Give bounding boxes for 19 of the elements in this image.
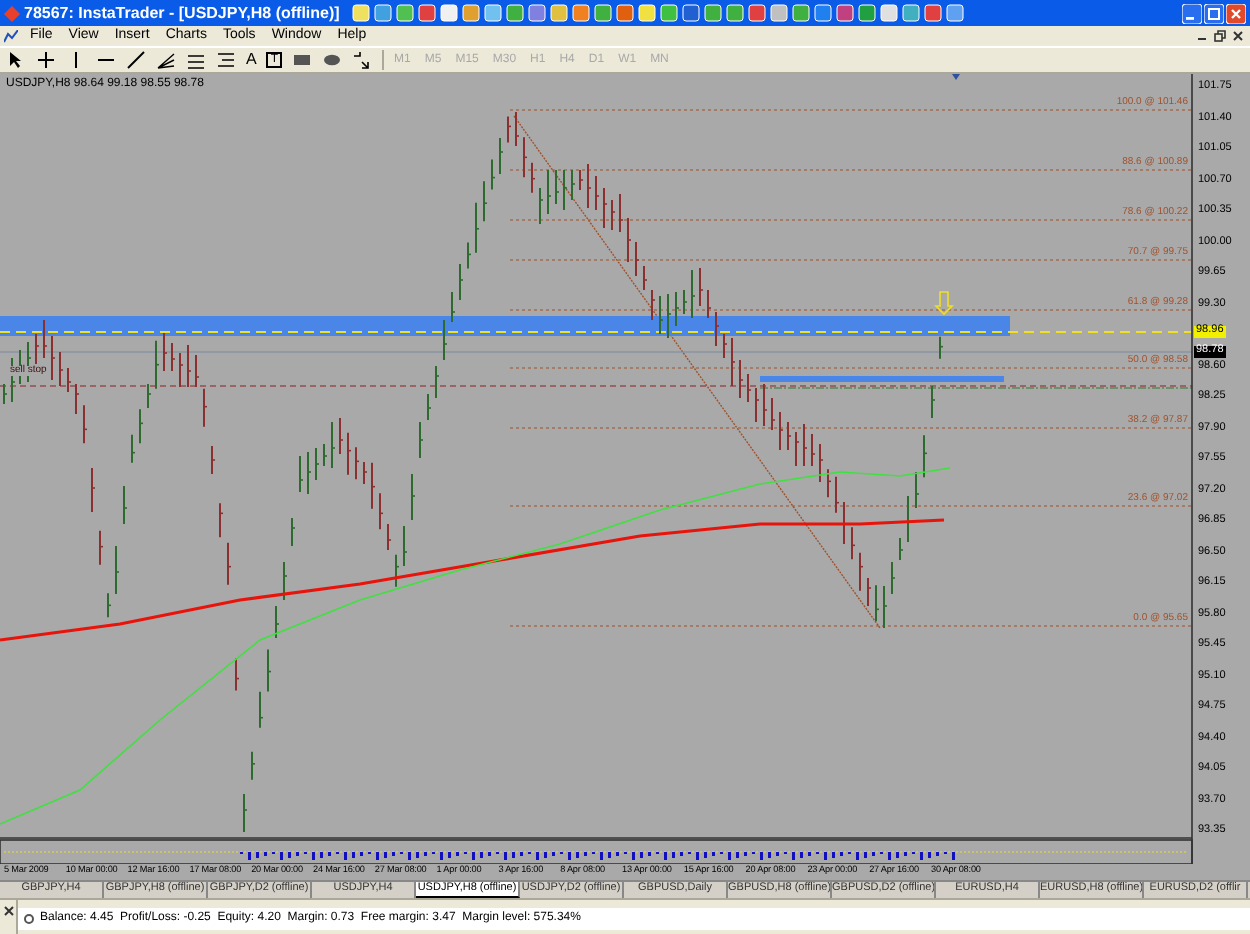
close-icon[interactable] xyxy=(1232,30,1244,42)
window-title: 78567: InstaTrader - [USDJPY,H8 (offline)] xyxy=(24,1,340,25)
ellipse-icon[interactable] xyxy=(322,50,343,70)
pointer-icon[interactable] xyxy=(6,50,26,70)
fan-icon[interactable] xyxy=(156,50,176,70)
levels-icon[interactable] xyxy=(216,50,236,70)
trendline-icon[interactable] xyxy=(126,50,146,70)
rectangle-icon[interactable] xyxy=(292,50,313,70)
alert-arrow-icon xyxy=(934,291,954,316)
restore-icon[interactable] xyxy=(1214,30,1226,42)
app-icon xyxy=(4,5,20,21)
balance-icon xyxy=(24,914,34,924)
maximize-icon[interactable] xyxy=(1204,3,1224,23)
minimize-icon[interactable] xyxy=(1182,3,1202,23)
close-icon[interactable] xyxy=(3,906,13,916)
chart-window-icon xyxy=(4,29,18,43)
crosshair-icon[interactable] xyxy=(36,50,56,70)
arrows-icon[interactable] xyxy=(352,50,373,70)
text-tool[interactable]: A xyxy=(246,52,257,68)
